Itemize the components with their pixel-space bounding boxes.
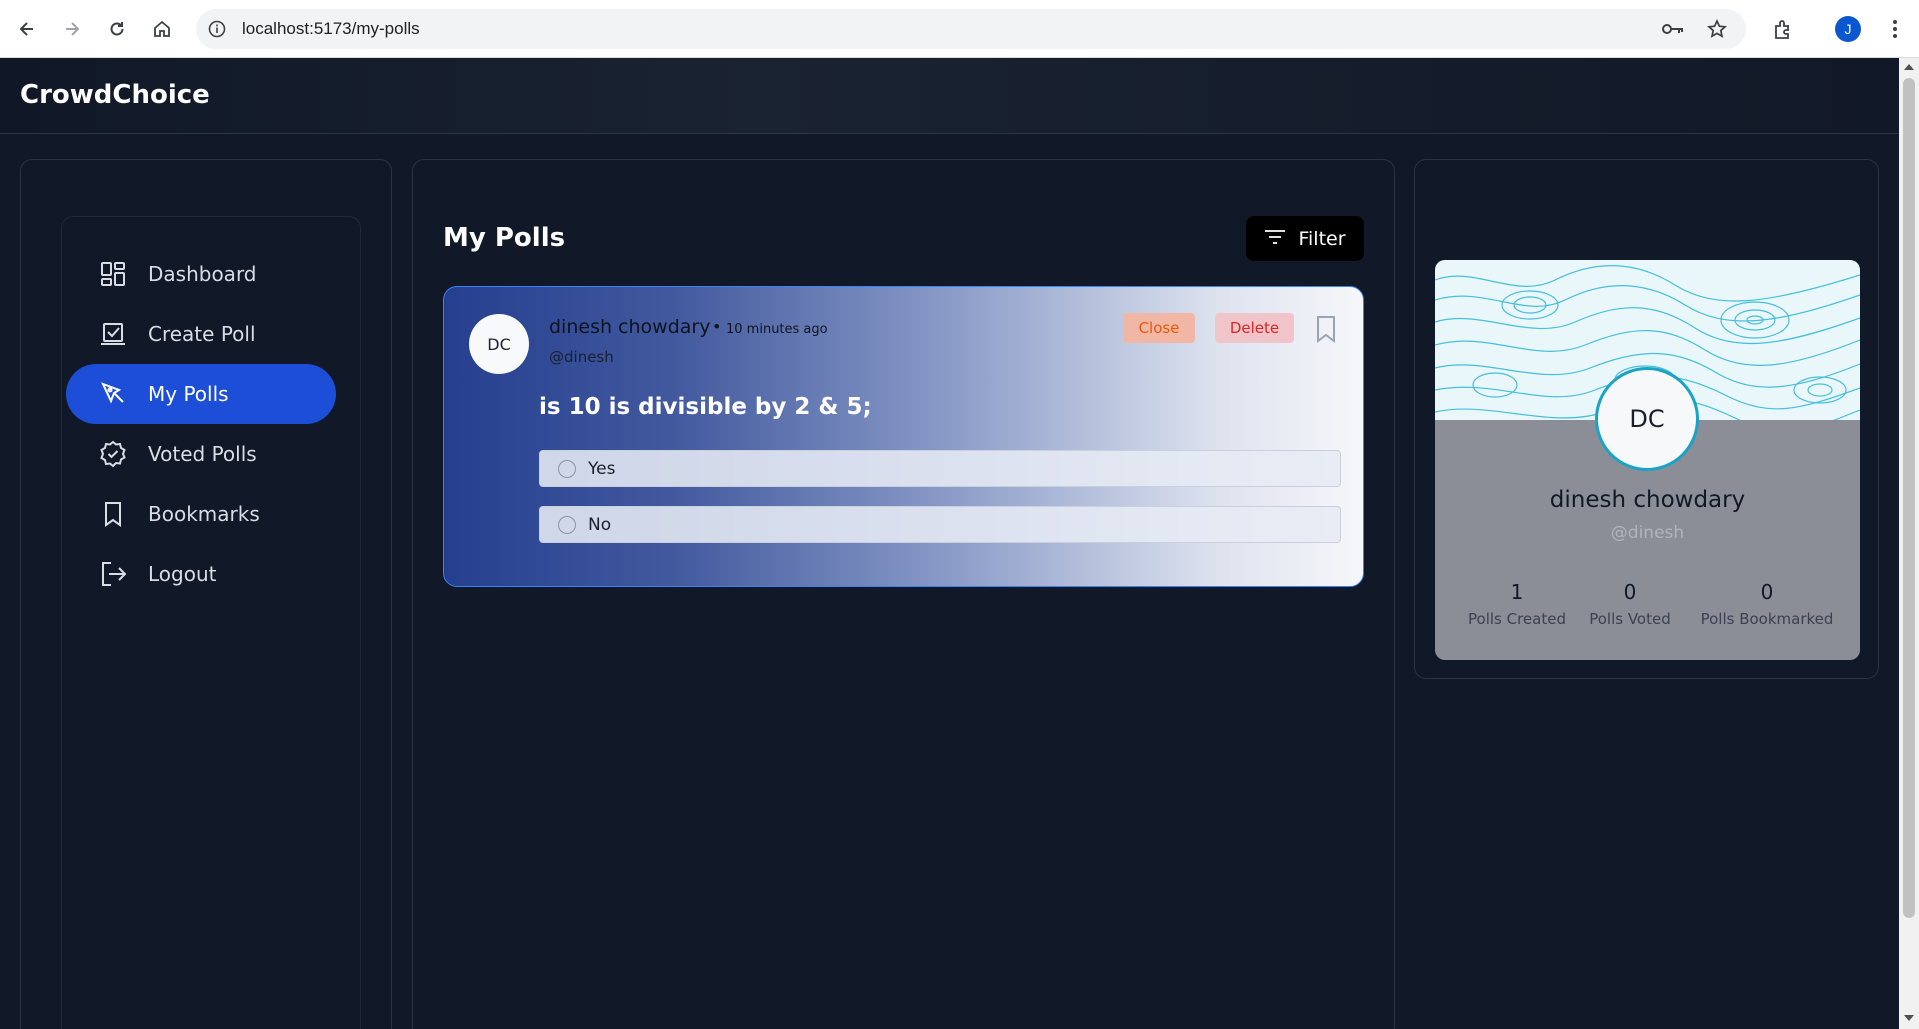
sidebar-item-create-poll[interactable]: Create Poll (66, 304, 336, 364)
browser-menu-icon[interactable] (1883, 14, 1907, 44)
poll-card: DC dinesh chowdary • 10 minutes ago @din… (443, 286, 1364, 587)
profile-panel: DC dinesh chowdary @dinesh 1 Polls Creat… (1414, 159, 1879, 679)
filter-button[interactable]: Filter (1246, 216, 1364, 261)
sidebar-item-label: Logout (148, 562, 217, 586)
dashboard-icon (98, 259, 128, 289)
profile-handle: @dinesh (1610, 523, 1685, 543)
my-polls-icon (98, 379, 128, 409)
sidebar-item-label: Create Poll (148, 322, 256, 346)
sidebar-item-label: Voted Polls (148, 442, 257, 466)
browser-profile-avatar[interactable]: J (1835, 16, 1861, 42)
sidebar-item-label: Dashboard (148, 262, 257, 286)
stat-label: Polls Voted (1589, 610, 1671, 628)
stat-polls-created: 1 Polls Created (1457, 580, 1577, 628)
sidebar-item-bookmarks[interactable]: Bookmarks (66, 484, 336, 544)
stat-label: Polls Bookmarked (1700, 610, 1834, 628)
sidebar: Dashboard Create Poll My Polls Voted Pol… (20, 159, 392, 1029)
app-header: CrowdChoice (0, 58, 1899, 134)
profile-name: dinesh chowdary (1549, 487, 1746, 513)
url-text[interactable]: localhost:5173/my-polls (242, 19, 420, 39)
separator-dot: • (712, 317, 722, 336)
main-content: My Polls Filter DC dinesh chowdary • 10 … (412, 159, 1395, 1029)
filter-label: Filter (1298, 227, 1346, 250)
avatar: DC (1595, 367, 1699, 471)
avatar: DC (469, 314, 529, 374)
bookmark-icon (98, 499, 128, 529)
star-icon[interactable] (1706, 18, 1728, 40)
page-scrollbar[interactable] (1899, 58, 1919, 1029)
profile-card: DC dinesh chowdary @dinesh 1 Polls Creat… (1435, 260, 1860, 660)
sidebar-item-my-polls[interactable]: My Polls (66, 364, 336, 424)
radio-icon[interactable] (558, 459, 576, 478)
poll-option-yes[interactable]: Yes (539, 450, 1341, 487)
password-key-icon[interactable] (1662, 18, 1684, 40)
stat-polls-bookmarked: 0 Polls Bookmarked (1687, 580, 1847, 628)
scroll-thumb[interactable] (1903, 78, 1915, 918)
reload-icon[interactable] (102, 14, 132, 44)
sidebar-item-dashboard[interactable]: Dashboard (66, 244, 336, 304)
page-title: My Polls (443, 223, 566, 253)
extensions-icon[interactable] (1768, 14, 1798, 44)
voted-polls-icon (98, 439, 128, 469)
app-root: CrowdChoice Dashboard Create Poll My Pol… (0, 58, 1899, 1029)
stat-value: 0 (1623, 580, 1637, 604)
brand-logo[interactable]: CrowdChoice (20, 80, 210, 110)
stat-value: 0 (1760, 580, 1774, 604)
browser-toolbar: localhost:5173/my-polls J (0, 0, 1919, 58)
sidebar-item-logout[interactable]: Logout (66, 544, 336, 604)
filter-icon (1264, 228, 1286, 250)
option-label: No (588, 514, 612, 535)
option-label: Yes (588, 458, 616, 479)
scroll-up-icon[interactable] (1904, 64, 1914, 70)
poll-question: is 10 is divisible by 2 & 5; (539, 394, 872, 420)
site-info-icon[interactable] (206, 18, 228, 40)
home-icon[interactable] (147, 14, 177, 44)
back-icon[interactable] (12, 14, 42, 44)
close-poll-button[interactable]: Close (1123, 313, 1195, 343)
sidebar-item-voted-polls[interactable]: Voted Polls (66, 424, 336, 484)
poll-timestamp: 10 minutes ago (726, 322, 828, 337)
address-bar[interactable]: localhost:5173/my-polls (196, 9, 1746, 49)
forward-icon[interactable] (57, 14, 87, 44)
delete-poll-button[interactable]: Delete (1215, 313, 1294, 343)
bookmark-toggle-icon[interactable] (1313, 313, 1339, 345)
sidebar-item-label: Bookmarks (148, 502, 260, 526)
create-poll-icon (98, 319, 128, 349)
poll-author-name[interactable]: dinesh chowdary (549, 316, 710, 338)
stat-value: 1 (1510, 580, 1524, 604)
stat-polls-voted: 0 Polls Voted (1585, 580, 1675, 628)
radio-icon[interactable] (558, 515, 576, 534)
poll-author-handle: @dinesh (549, 348, 614, 366)
scroll-down-icon[interactable] (1904, 1015, 1914, 1021)
poll-option-no[interactable]: No (539, 506, 1341, 543)
sidebar-item-label: My Polls (148, 382, 229, 406)
logout-icon (98, 559, 128, 589)
stat-label: Polls Created (1468, 610, 1566, 628)
